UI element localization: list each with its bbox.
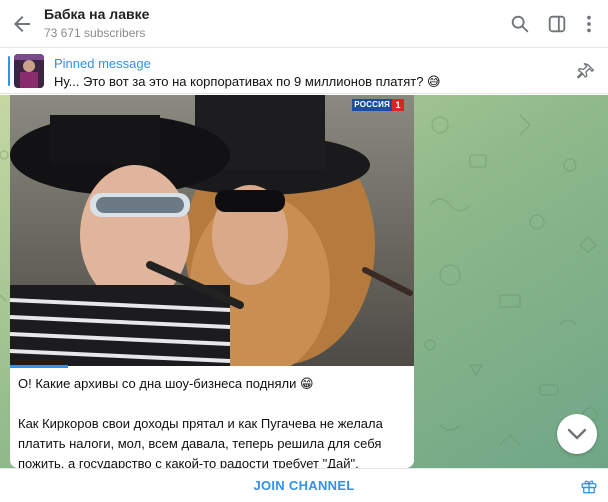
more-vert-icon[interactable]	[578, 13, 600, 35]
pinned-text: Ну... Это вот за это на корпоративах по …	[54, 74, 441, 89]
subscriber-count: 73 671 subscribers	[44, 26, 146, 40]
message-caption: О! Какие архивы со дна шоу-бизнеса подня…	[18, 374, 408, 468]
caption-line: пожить, а государство с какой-то радости…	[18, 456, 359, 468]
join-channel-button[interactable]: JOIN CHANNEL	[0, 469, 608, 502]
scroll-down-button[interactable]	[557, 414, 597, 454]
gift-icon[interactable]	[580, 477, 598, 495]
pinned-title: Pinned message	[54, 56, 151, 71]
search-icon[interactable]	[509, 13, 531, 35]
tv-channel-number: 1	[392, 99, 404, 111]
back-arrow-icon[interactable]	[10, 12, 34, 36]
footer-bar: JOIN CHANNEL	[0, 468, 608, 502]
caption-line: платить налоги, мол, всем давала, теперь…	[18, 436, 382, 451]
pinned-indicator	[8, 56, 10, 86]
video-frame	[10, 95, 414, 366]
message-bubble[interactable]: РОССИЯ 1 О! Какие архивы со дна шоу-бизн…	[10, 95, 414, 468]
sidebar-toggle-icon[interactable]	[546, 13, 568, 35]
caption-line: Как Киркоров свои доходы прятал и как Пу…	[18, 416, 383, 431]
chat-area: РОССИЯ 1 О! Какие архивы со дна шоу-бизн…	[0, 95, 608, 468]
caption-line: О! Какие архивы со дна шоу-бизнеса подня…	[18, 376, 314, 391]
pinned-list-icon[interactable]	[576, 62, 596, 82]
video-media[interactable]: РОССИЯ 1	[10, 95, 414, 366]
video-progress-bar[interactable]	[10, 365, 68, 368]
chevron-down-icon	[567, 428, 587, 440]
tv-channel-logo: РОССИЯ	[352, 99, 392, 111]
pinned-message-bar[interactable]: Pinned message Ну... Это вот за это на к…	[0, 48, 608, 94]
chat-header: Бабка на лавке 73 671 subscribers	[0, 0, 608, 48]
channel-title[interactable]: Бабка на лавке	[44, 6, 149, 22]
pinned-thumbnail	[14, 54, 44, 88]
